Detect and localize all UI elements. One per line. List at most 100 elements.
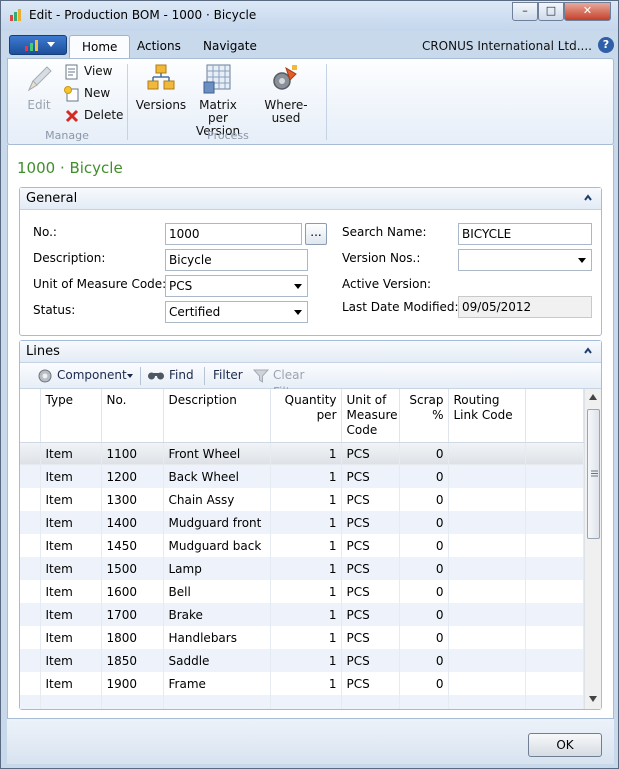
cell-scrap[interactable]: 0 — [399, 580, 449, 603]
cell-uom[interactable]: PCS — [341, 511, 400, 534]
cell-description[interactable]: Lamp — [163, 557, 271, 580]
version-nos-dropdown[interactable] — [458, 249, 592, 271]
general-header[interactable]: General — [20, 188, 601, 210]
cell-type[interactable]: Item — [40, 603, 102, 626]
status-dropdown[interactable]: Certified — [165, 301, 308, 323]
cell-uom[interactable]: PCS — [341, 580, 400, 603]
cell-uom[interactable]: PCS — [341, 534, 400, 557]
cell-type[interactable]: Item — [40, 511, 102, 534]
cell-quantity-per[interactable]: 1 — [270, 580, 342, 603]
cell-empty[interactable] — [525, 695, 584, 709]
cell-type[interactable]: Item — [40, 672, 102, 695]
column-header-uom[interactable]: Unit of Measure Code — [341, 389, 400, 443]
uom-dropdown[interactable]: PCS — [165, 275, 308, 297]
tab-actions[interactable]: Actions — [125, 35, 193, 59]
cell-scrap[interactable]: 0 — [399, 557, 449, 580]
cell-description[interactable]: Brake — [163, 603, 271, 626]
cell-uom[interactable]: PCS — [341, 672, 400, 695]
row-selector[interactable] — [20, 580, 41, 603]
scroll-up-icon[interactable] — [589, 394, 597, 400]
cell-no[interactable]: 1300 — [101, 488, 164, 511]
cell-description[interactable]: Mudguard back — [163, 534, 271, 557]
cell-quantity-per[interactable]: 1 — [270, 649, 342, 672]
cell-description[interactable]: Frame — [163, 672, 271, 695]
cell-no[interactable]: 1100 — [101, 442, 164, 465]
table-row[interactable]: Item 1800 Handlebars 1 PCS 0 — [20, 626, 584, 649]
cell-uom[interactable]: PCS — [341, 442, 400, 465]
cell-type[interactable]: Item — [40, 557, 102, 580]
filter-button[interactable]: Filter — [213, 367, 245, 385]
table-row[interactable]: Item 1300 Chain Assy 1 PCS 0 — [20, 488, 584, 511]
scrollbar-thumb[interactable] — [587, 409, 600, 539]
cell-description[interactable]: Mudguard front — [163, 511, 271, 534]
cell-routing-link[interactable] — [448, 626, 526, 649]
cell-routing-link[interactable] — [448, 534, 526, 557]
edit-button[interactable]: Edit — [20, 62, 58, 112]
title-bar[interactable]: Edit - Production BOM - 1000 · Bicycle –… — [1, 1, 618, 31]
assist-edit-button[interactable]: ... — [305, 223, 327, 245]
find-button[interactable]: Find — [147, 367, 197, 385]
table-row[interactable]: Item 1500 Lamp 1 PCS 0 — [20, 557, 584, 580]
cell-description[interactable]: Chain Assy — [163, 488, 271, 511]
cell-routing-link[interactable] — [448, 649, 526, 672]
versions-button[interactable]: Versions — [135, 62, 187, 112]
cell-description[interactable]: Saddle — [163, 649, 271, 672]
cell-uom[interactable]: PCS — [341, 603, 400, 626]
collapse-chevron-icon[interactable] — [583, 193, 593, 203]
table-row[interactable]: Item 1700 Brake 1 PCS 0 — [20, 603, 584, 626]
table-row[interactable]: Item 1600 Bell 1 PCS 0 — [20, 580, 584, 603]
row-selector[interactable] — [20, 626, 41, 649]
cell-routing-link[interactable] — [448, 511, 526, 534]
cell-no[interactable]: 1800 — [101, 626, 164, 649]
cell-description[interactable]: Front Wheel — [163, 442, 271, 465]
tab-home[interactable]: Home — [69, 35, 131, 59]
cell-no[interactable]: 1500 — [101, 557, 164, 580]
cell-quantity-per[interactable]: 1 — [270, 626, 342, 649]
cell-scrap[interactable]: 0 — [399, 534, 449, 557]
collapse-chevron-icon[interactable] — [583, 346, 593, 356]
table-row[interactable]: Item 1200 Back Wheel 1 PCS 0 — [20, 465, 584, 488]
app-menu-button[interactable] — [9, 35, 67, 55]
cell-type[interactable]: Item — [40, 442, 102, 465]
cell-quantity-per[interactable]: 1 — [270, 557, 342, 580]
tab-navigate[interactable]: Navigate — [191, 35, 269, 59]
cell-no[interactable]: 1400 — [101, 511, 164, 534]
cell-empty[interactable] — [270, 695, 342, 709]
cell-empty[interactable] — [40, 695, 102, 709]
row-selector[interactable] — [20, 603, 41, 626]
cell-quantity-per[interactable]: 1 — [270, 603, 342, 626]
cell-uom[interactable]: PCS — [341, 649, 400, 672]
scroll-down-icon[interactable] — [589, 696, 597, 702]
cell-no[interactable]: 1450 — [101, 534, 164, 557]
minimize-button[interactable]: – — [512, 2, 538, 21]
table-row[interactable]: Item 1900 Frame 1 PCS 0 — [20, 672, 584, 695]
cell-description[interactable]: Bell — [163, 580, 271, 603]
cell-description[interactable]: Handlebars — [163, 626, 271, 649]
column-header-routing-link[interactable]: Routing Link Code — [448, 389, 526, 443]
row-selector[interactable] — [20, 534, 41, 557]
cell-routing-link[interactable] — [448, 672, 526, 695]
column-header-no[interactable]: No. — [101, 389, 164, 443]
cell-type[interactable]: Item — [40, 580, 102, 603]
cell-no[interactable]: 1600 — [101, 580, 164, 603]
cell-empty[interactable] — [448, 695, 526, 709]
cell-scrap[interactable]: 0 — [399, 442, 449, 465]
cell-no[interactable]: 1700 — [101, 603, 164, 626]
cell-routing-link[interactable] — [448, 580, 526, 603]
cell-type[interactable]: Item — [40, 534, 102, 557]
cell-scrap[interactable]: 0 — [399, 465, 449, 488]
maximize-button[interactable]: □ — [538, 2, 564, 21]
lines-header[interactable]: Lines — [20, 341, 601, 363]
row-selector[interactable] — [20, 672, 41, 695]
cell-quantity-per[interactable]: 1 — [270, 672, 342, 695]
table-row[interactable]: Item 1450 Mudguard back 1 PCS 0 — [20, 534, 584, 557]
component-menu-button[interactable]: Component — [37, 367, 135, 385]
cell-no[interactable]: 1200 — [101, 465, 164, 488]
column-header-type[interactable]: Type — [40, 389, 102, 443]
cell-empty[interactable] — [399, 695, 449, 709]
cell-empty[interactable] — [20, 695, 41, 709]
cell-routing-link[interactable] — [448, 557, 526, 580]
cell-routing-link[interactable] — [448, 603, 526, 626]
table-row-empty[interactable] — [20, 695, 584, 709]
row-selector[interactable] — [20, 511, 41, 534]
